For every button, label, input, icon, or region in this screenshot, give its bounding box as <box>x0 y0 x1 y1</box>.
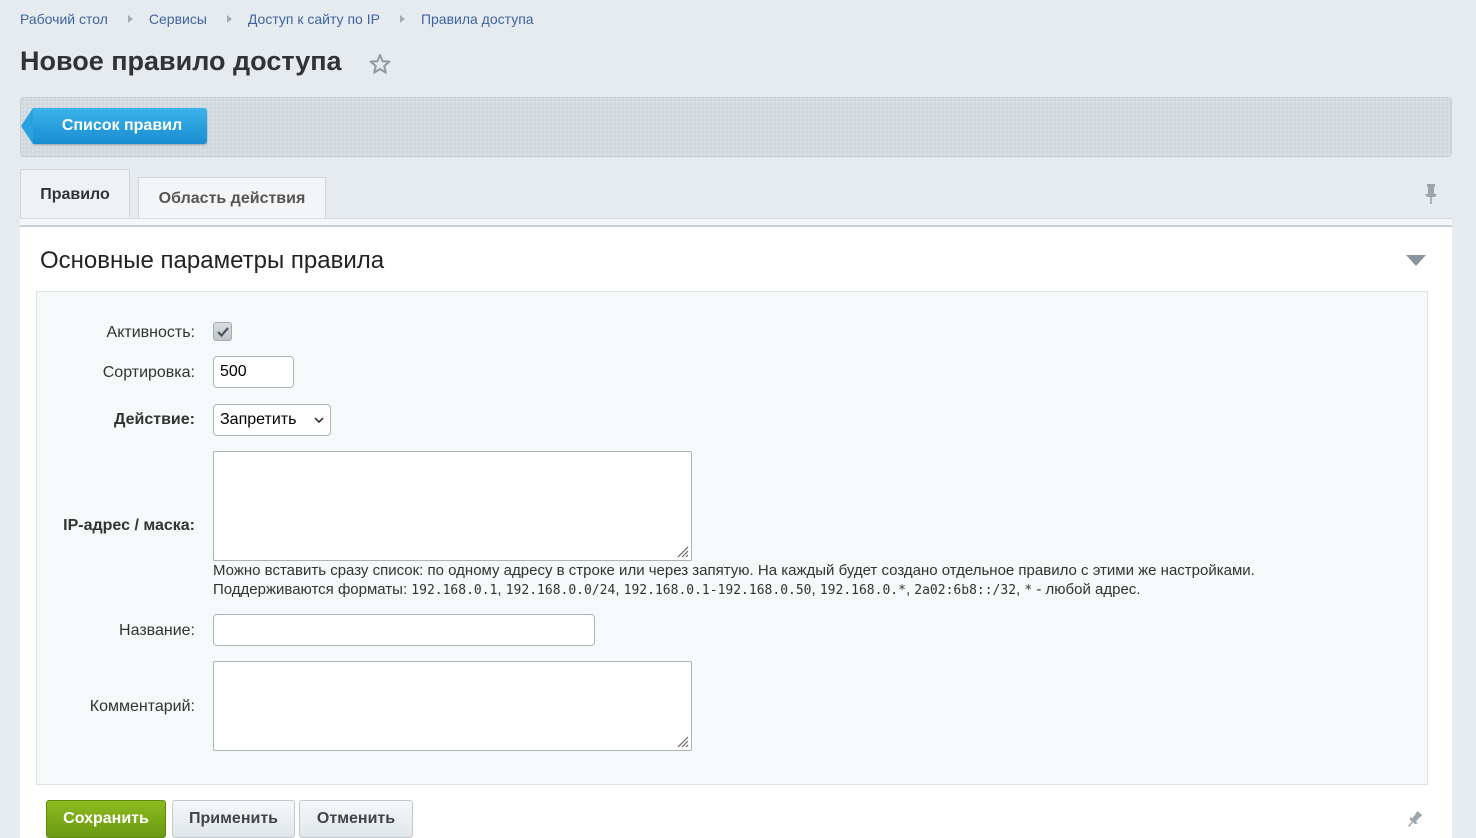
name-label: Название: <box>119 622 195 639</box>
save-button[interactable]: Сохранить <box>46 800 166 838</box>
ip-hint-line2: Поддерживаются форматы: 192.168.0.1, 192… <box>213 581 1141 598</box>
hint-format: 192.168.0.0/24 <box>505 583 616 598</box>
tab-bar: Правило Область действия <box>20 169 1452 225</box>
action-select-value: Запретить <box>220 411 297 428</box>
chevron-down-icon[interactable] <box>1406 255 1426 267</box>
breadcrumb-separator-icon <box>127 15 133 23</box>
sort-input[interactable]: 500 <box>213 356 294 388</box>
page-title: Новое правило доступа <box>20 46 342 76</box>
resize-handle-icon[interactable] <box>675 734 689 748</box>
hint-format: 192.168.0.* <box>819 583 906 598</box>
pin-icon[interactable] <box>1404 810 1424 830</box>
breadcrumb-item-access-rules[interactable]: Правила доступа <box>421 11 534 27</box>
breadcrumb-item-desktop[interactable]: Рабочий стол <box>20 11 108 27</box>
breadcrumb-separator-icon <box>226 15 232 23</box>
checkmark-icon <box>216 326 229 337</box>
star-icon[interactable] <box>368 52 392 76</box>
ip-hint-line1: Можно вставить сразу список: по одному а… <box>213 562 1255 579</box>
breadcrumb-item-ip-access[interactable]: Доступ к сайту по IP <box>248 11 380 27</box>
breadcrumb-separator-icon <box>399 15 405 23</box>
ip-label: IP-адрес / маска: <box>63 517 195 534</box>
apply-button[interactable]: Применить <box>172 800 295 838</box>
comment-label: Комментарий: <box>89 698 195 715</box>
rules-list-button[interactable]: Список правил <box>21 108 207 144</box>
hint-prefix: Поддерживаются форматы: <box>213 581 412 598</box>
hint-format: 192.168.0.1-192.168.0.50 <box>623 583 812 598</box>
pin-icon[interactable] <box>1422 183 1440 205</box>
breadcrumb-item-services[interactable]: Сервисы <box>149 11 207 27</box>
toolbar: Список правил <box>20 97 1452 157</box>
active-label: Активность: <box>106 324 195 341</box>
breadcrumb: Рабочий стол Сервисы Доступ к сайту по I… <box>20 11 534 27</box>
name-input[interactable] <box>213 614 595 646</box>
section-title: Основные параметры правила <box>40 247 385 274</box>
active-checkbox[interactable] <box>213 322 232 341</box>
hint-format: 192.168.0.1 <box>411 583 498 598</box>
action-select[interactable]: Запретить <box>213 404 331 436</box>
chevron-down-icon <box>314 417 324 423</box>
comment-textarea[interactable] <box>213 661 692 751</box>
tab-scope[interactable]: Область действия <box>138 177 326 219</box>
ip-textarea[interactable] <box>213 451 692 561</box>
resize-handle-icon[interactable] <box>675 544 689 558</box>
form-box: Активность: Сортировка: 500 Действие: За… <box>36 291 1428 785</box>
sort-label: Сортировка: <box>102 364 195 381</box>
hint-suffix: - любой адрес. <box>1032 581 1141 598</box>
action-label: Действие: <box>114 411 195 428</box>
main-panel: Основные параметры правила Активность: С… <box>20 225 1452 838</box>
hint-format: 2a02:6b8::/32 <box>914 583 1017 598</box>
cancel-button[interactable]: Отменить <box>299 800 413 838</box>
tab-rule[interactable]: Правило <box>20 169 130 219</box>
